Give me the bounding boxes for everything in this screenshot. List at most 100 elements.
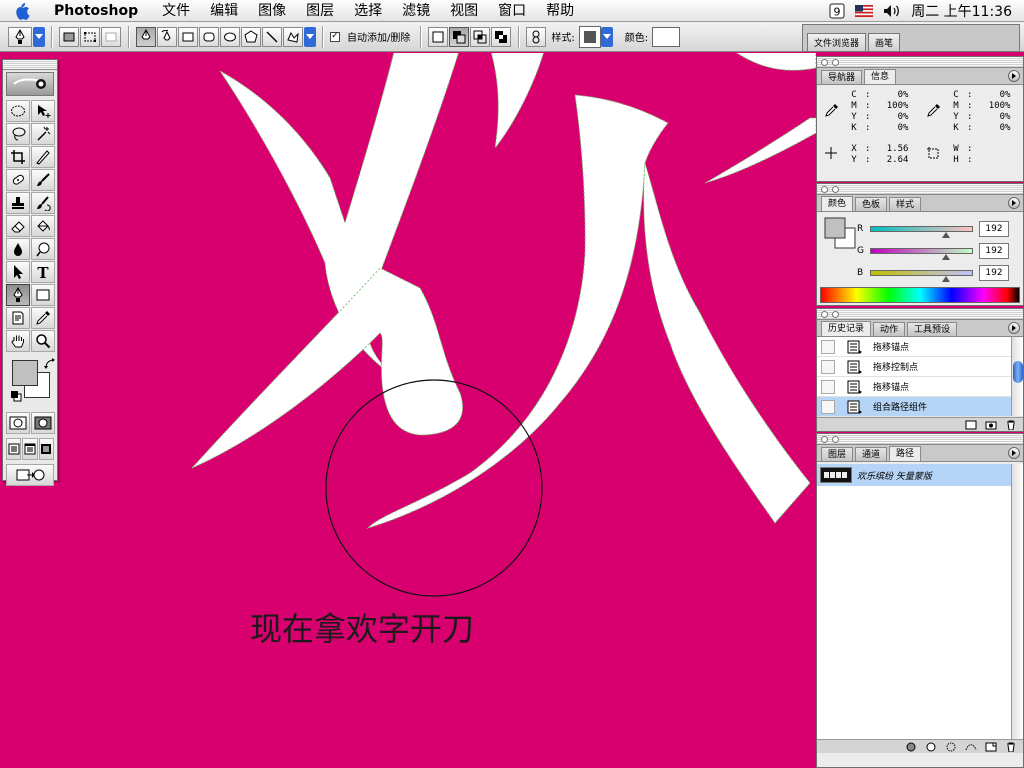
link-style-button[interactable] — [526, 26, 547, 47]
collapse-icon[interactable] — [832, 310, 839, 318]
collapse-icon[interactable] — [832, 58, 839, 66]
color-picker-swatch[interactable] — [652, 26, 681, 47]
eraser-icon[interactable] — [6, 215, 30, 237]
menu-photoshop[interactable]: Photoshop — [44, 0, 152, 22]
new-document-from-state-icon[interactable] — [965, 420, 977, 430]
path-intersect-button[interactable] — [470, 26, 491, 47]
green-slider[interactable] — [870, 248, 973, 254]
new-snapshot-icon[interactable] — [985, 420, 997, 430]
info-palette-titlebar[interactable] — [817, 57, 1023, 68]
tool-preset-dropdown[interactable] — [33, 26, 45, 47]
auto-add-delete-option[interactable]: ✓ 自动添加/删除 — [330, 29, 414, 44]
blue-value-field[interactable]: 192 — [979, 265, 1009, 281]
menu-filter[interactable]: 滤镜 — [392, 0, 440, 22]
path-subtract-button[interactable] — [449, 26, 470, 47]
pen-icon[interactable] — [6, 284, 30, 306]
magic-wand-icon[interactable] — [31, 123, 55, 145]
menu-help[interactable]: 帮助 — [536, 0, 584, 22]
history-brush-icon[interactable] — [31, 192, 55, 214]
auto-add-delete-checkbox[interactable]: ✓ — [330, 31, 340, 42]
full-screen-icon[interactable] — [38, 438, 54, 460]
history-snapshot-box[interactable] — [821, 399, 835, 414]
path-add-button[interactable] — [428, 26, 449, 47]
hand-icon[interactable] — [6, 330, 30, 352]
tab-history[interactable]: 历史记录 — [821, 321, 872, 336]
style-dropdown[interactable] — [600, 26, 613, 47]
tab-swatches[interactable]: 色板 — [855, 197, 888, 211]
healing-brush-icon[interactable] — [6, 169, 30, 191]
blur-icon[interactable] — [6, 238, 30, 260]
type-icon[interactable]: T — [31, 261, 55, 283]
paths-scrollbar[interactable] — [1011, 464, 1023, 739]
jump-to-imageready-icon[interactable] — [6, 464, 54, 486]
eyedropper-icon[interactable] — [31, 307, 55, 329]
lasso-icon[interactable] — [6, 123, 30, 145]
tab-styles[interactable]: 样式 — [889, 197, 922, 211]
palette-menu-icon[interactable] — [1008, 197, 1020, 209]
foreground-color-swatch[interactable] — [12, 360, 38, 386]
paint-bucket-icon[interactable] — [31, 215, 55, 237]
tab-tool-presets[interactable]: 工具预设 — [907, 322, 958, 336]
close-icon[interactable] — [821, 185, 828, 193]
quick-mask-icon[interactable] — [31, 412, 55, 434]
crop-icon[interactable] — [6, 146, 30, 168]
slider-thumb[interactable] — [942, 276, 950, 282]
menubar-clock[interactable]: 周二 上午11:36 — [911, 1, 1012, 21]
slice-icon[interactable] — [31, 146, 55, 168]
freeform-pen-button[interactable] — [157, 26, 177, 47]
fill-path-icon[interactable] — [905, 742, 917, 752]
menu-select[interactable]: 选择 — [344, 0, 392, 22]
trash-icon[interactable] — [1005, 420, 1017, 430]
close-icon[interactable] — [821, 58, 828, 66]
menu-edit[interactable]: 编辑 — [200, 0, 248, 22]
default-colors-icon[interactable] — [10, 390, 22, 405]
tab-brushes[interactable]: 画笔 — [868, 33, 901, 51]
history-snapshot-box[interactable] — [821, 359, 835, 374]
scroll-thumb[interactable] — [1013, 361, 1023, 383]
ellipse-shape-button[interactable] — [220, 26, 240, 47]
blue-slider[interactable] — [870, 270, 973, 276]
new-path-icon[interactable] — [985, 742, 997, 752]
red-slider[interactable] — [870, 226, 973, 232]
dodge-icon[interactable] — [31, 238, 55, 260]
standard-screen-icon[interactable] — [6, 438, 22, 460]
palette-menu-icon[interactable] — [1008, 447, 1020, 459]
trash-icon[interactable] — [1005, 742, 1017, 752]
history-item-selected[interactable]: 组合路径组件 — [817, 397, 1023, 417]
custom-shape-button[interactable] — [283, 26, 303, 47]
document-canvas[interactable]: 现在拿欢字开刀 — [0, 53, 816, 768]
stroke-path-icon[interactable] — [925, 742, 937, 752]
history-item[interactable]: 拖移控制点 — [817, 357, 1023, 377]
shape-options-dropdown[interactable] — [304, 26, 316, 47]
style-picker[interactable] — [578, 25, 601, 48]
rectangle-shape-button[interactable] — [178, 26, 198, 47]
collapse-icon[interactable] — [832, 435, 839, 443]
path-exclude-button[interactable] — [491, 26, 512, 47]
fill-pixels-button[interactable] — [101, 26, 121, 47]
paths-palette-titlebar[interactable] — [817, 434, 1023, 445]
path-selection-icon[interactable] — [6, 261, 30, 283]
collapse-icon[interactable] — [832, 185, 839, 193]
us-flag-icon[interactable] — [855, 5, 874, 17]
tab-paths[interactable]: 路径 — [889, 446, 922, 461]
polygon-shape-button[interactable] — [241, 26, 261, 47]
make-work-path-icon[interactable] — [965, 742, 977, 752]
tab-color[interactable]: 颜色 — [821, 196, 854, 211]
history-scrollbar[interactable] — [1011, 337, 1023, 416]
tool-preset-picker[interactable] — [8, 26, 32, 47]
history-palette-titlebar[interactable] — [817, 309, 1023, 320]
close-icon[interactable] — [821, 435, 828, 443]
green-value-field[interactable]: 192 — [979, 243, 1009, 259]
standard-mode-icon[interactable] — [6, 412, 30, 434]
slider-thumb[interactable] — [942, 232, 950, 238]
toolbox-titlebar[interactable] — [3, 60, 57, 70]
glyph-artwork[interactable] — [0, 53, 816, 768]
clone-stamp-icon[interactable] — [6, 192, 30, 214]
history-snapshot-box[interactable] — [821, 379, 835, 394]
menu-layer[interactable]: 图层 — [296, 0, 344, 22]
close-icon[interactable] — [821, 310, 828, 318]
menu-view[interactable]: 视图 — [440, 0, 488, 22]
volume-icon[interactable] — [883, 4, 901, 18]
notes-icon[interactable] — [6, 307, 30, 329]
color-spectrum-ramp[interactable] — [820, 287, 1020, 303]
